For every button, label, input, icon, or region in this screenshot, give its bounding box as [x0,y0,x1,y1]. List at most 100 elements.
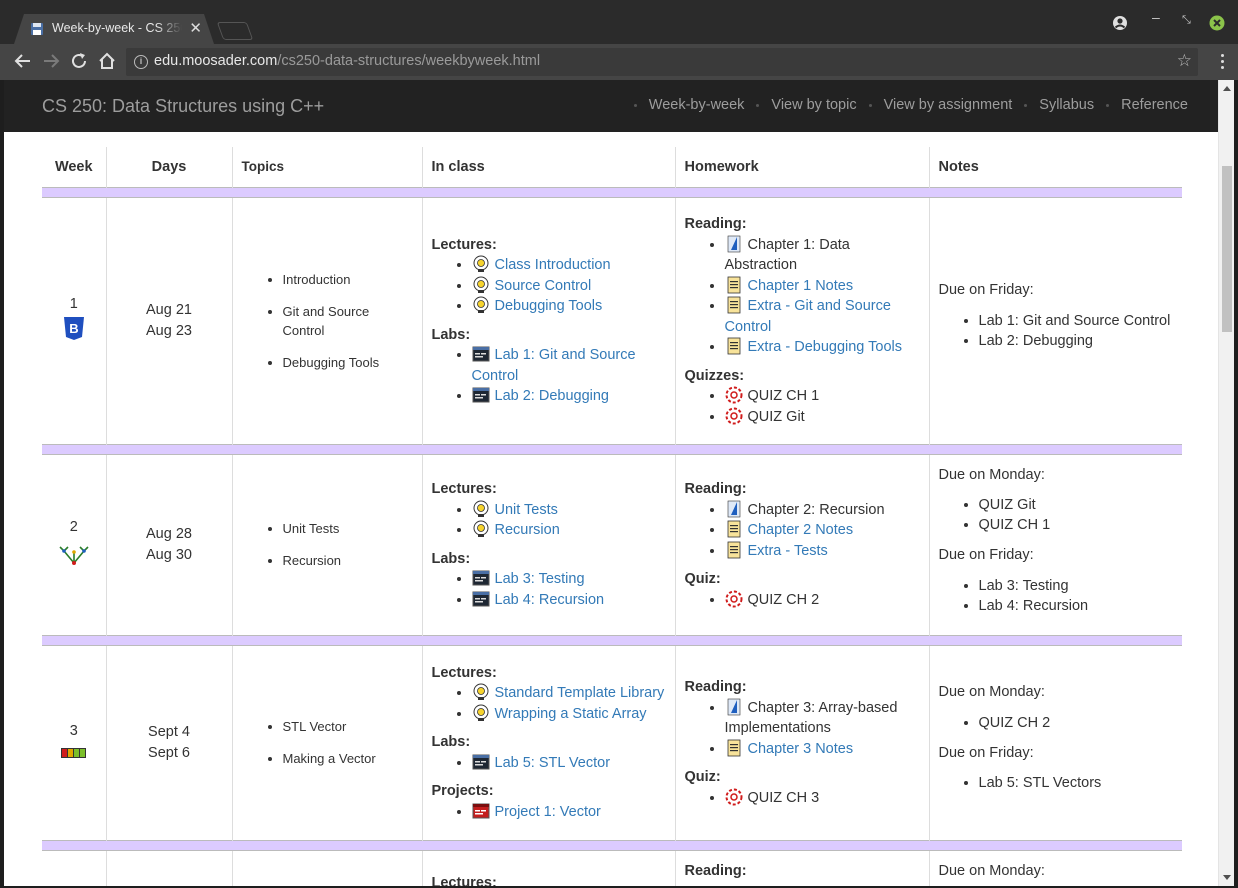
notes-cell: Due on Friday: Lab 1: Git and Source Con… [928,197,1182,444]
week-number: 1 [69,296,78,312]
week-number: 3 [69,723,78,739]
days-cell: Aug 28 Aug 30 [105,454,232,635]
bookmark-star-icon[interactable]: ☆ [1177,51,1192,71]
back-icon[interactable] [12,50,34,72]
minimize-icon[interactable]: – [1152,9,1160,25]
topics-cell: STL Vector Making a Vector [231,645,422,840]
due-label: Due on Friday: [938,547,1034,563]
due-label: Due on Friday: [938,282,1034,299]
reading-item[interactable]: Extra - Debugging Tools [725,337,920,358]
nav-syllabus[interactable]: Syllabus [1024,97,1094,113]
close-window-icon[interactable] [1209,15,1225,31]
site-title[interactable]: CS 250: Data Structures using C++ [42,96,324,117]
notes-icon [727,541,740,558]
notes-icon [727,520,740,538]
scrollbar-thumb[interactable] [1222,166,1232,332]
profile-icon[interactable] [1112,15,1128,31]
reload-icon[interactable] [68,50,90,72]
reading-item[interactable]: Chapter 3 Notes [725,739,920,760]
lecture-item[interactable]: Recursion [472,520,666,541]
home-icon[interactable] [96,50,118,72]
reading-item[interactable]: Extra - Tests [725,541,920,562]
notes-cell: Due on Monday: QUIZ CH 2 Due on Friday: … [928,645,1182,840]
nav-reference[interactable]: Reference [1106,97,1188,113]
quiz-label: Quiz: [684,769,721,785]
lectures-label: Lectures: [431,874,497,887]
book-icon [727,698,740,715]
floppy-icon [31,23,43,35]
lecture-bulb-icon [473,500,488,517]
menu-icon[interactable] [1221,54,1224,72]
url-text: edu.moosader.com/cs250-data-structures/w… [154,53,541,69]
book-icon [727,500,740,517]
lectures-label: Lectures: [431,236,497,253]
project-item[interactable]: Project 1: Vector [472,802,666,823]
week-row: 2 Aug 28 Aug 30 Unit Tests Recursion Lec… [42,454,1182,635]
topic-item: Debugging Tools [283,353,413,372]
reading-label: Reading: [684,481,747,497]
quiz-target-icon [725,407,742,424]
topic-item: STL Vector [283,717,413,736]
lecture-item[interactable]: Standard Template Library [472,683,666,704]
reading-label: Reading: [684,679,747,695]
info-icon[interactable]: i [134,55,148,69]
in-class-cell: Lectures: Standard Template Library Wrap… [421,645,675,840]
reading-item: Chapter 1: Data Abstraction [725,235,920,276]
labs-label: Labs: [431,550,471,567]
scroll-up-arrow-icon[interactable] [1223,86,1231,91]
lab-item[interactable]: Lab 1: Git and Source Control [472,345,666,386]
project-window-icon [472,803,489,819]
due-item: Lab 4: Recursion [979,596,1174,616]
browser-tab[interactable]: Week-by-week - CS 250: Data Structures u… [14,14,214,44]
topic-item: Introduction [283,270,413,289]
topic-item: Unit Tests [283,519,413,538]
due-label: Due on Friday: [938,744,1034,761]
vertical-scrollbar[interactable] [1218,80,1234,886]
reading-item[interactable]: Chapter 2 Notes [725,520,920,541]
homework-cell: Reading: Chapter 1: Data Abstraction Cha… [674,197,929,444]
lectures-label: Lectures: [431,664,497,681]
topic-item: Git and Source Control [283,302,413,340]
week-cell: 1 B [42,197,106,444]
homework-cell: Reading: Chapter 2: Recursion Chapter 2 … [674,454,929,635]
lab-item[interactable]: Lab 3: Testing [472,569,666,590]
new-tab-button[interactable] [216,22,254,40]
week-cell: 2 [42,454,106,635]
lecture-item[interactable]: Class Introduction [472,255,666,276]
lab-item[interactable]: Lab 2: Debugging [472,386,666,407]
scroll-down-arrow-icon[interactable] [1223,875,1231,880]
reading-item[interactable]: Extra - Git and Source Control [725,296,920,337]
header-in-class: In class [421,147,675,187]
day-text: Aug 28 [146,526,192,542]
lecture-item[interactable]: Debugging Tools [472,296,666,317]
nav-view-by-topic[interactable]: View by topic [756,97,856,113]
due-item: Lab 5: STL Vectors [979,773,1174,793]
forward-icon[interactable] [40,50,62,72]
in-class-cell: Lectures: Class Introduction Source Cont… [421,197,675,444]
due-item: QUIZ CH 1 [979,515,1174,535]
schedule-table: Week Days Topics In class Homework Notes… [42,147,1182,886]
reading-item: Chapter 3: Array-based Implementations [725,698,920,739]
lecture-bulb-icon [473,520,488,537]
labs-label: Labs: [431,326,471,343]
week-separator [42,443,1182,455]
labs-label: Labs: [431,734,471,751]
nav-view-by-assignment[interactable]: View by assignment [869,97,1013,113]
due-item: QUIZ CH 2 [979,713,1174,733]
notes-icon [727,739,740,756]
lectures-label: Lectures: [431,481,497,497]
reading-item[interactable]: Chapter 1 Notes [725,276,920,297]
lecture-item[interactable]: Wrapping a Static Array [472,704,666,725]
lab-item[interactable]: Lab 5: STL Vector [472,753,666,774]
header-notes: Notes [928,147,1182,187]
week-separator [42,186,1182,198]
lab-item[interactable]: Lab 4: Recursion [472,590,666,611]
address-bar[interactable]: i edu.moosader.com/cs250-data-structures… [126,48,1198,76]
close-tab-icon[interactable]: ✕ [189,19,202,37]
restore-icon[interactable]: ⤡ [1182,14,1191,27]
lecture-item[interactable]: Unit Tests [472,500,666,521]
reading-item: Chapter 2: Recursion [725,500,920,521]
nav-week-by-week[interactable]: Week-by-week [634,97,745,113]
lecture-item[interactable]: Source Control [472,276,666,297]
notes-cell: Due on Monday: QUIZ Git QUIZ CH 1 Due on… [928,454,1182,635]
